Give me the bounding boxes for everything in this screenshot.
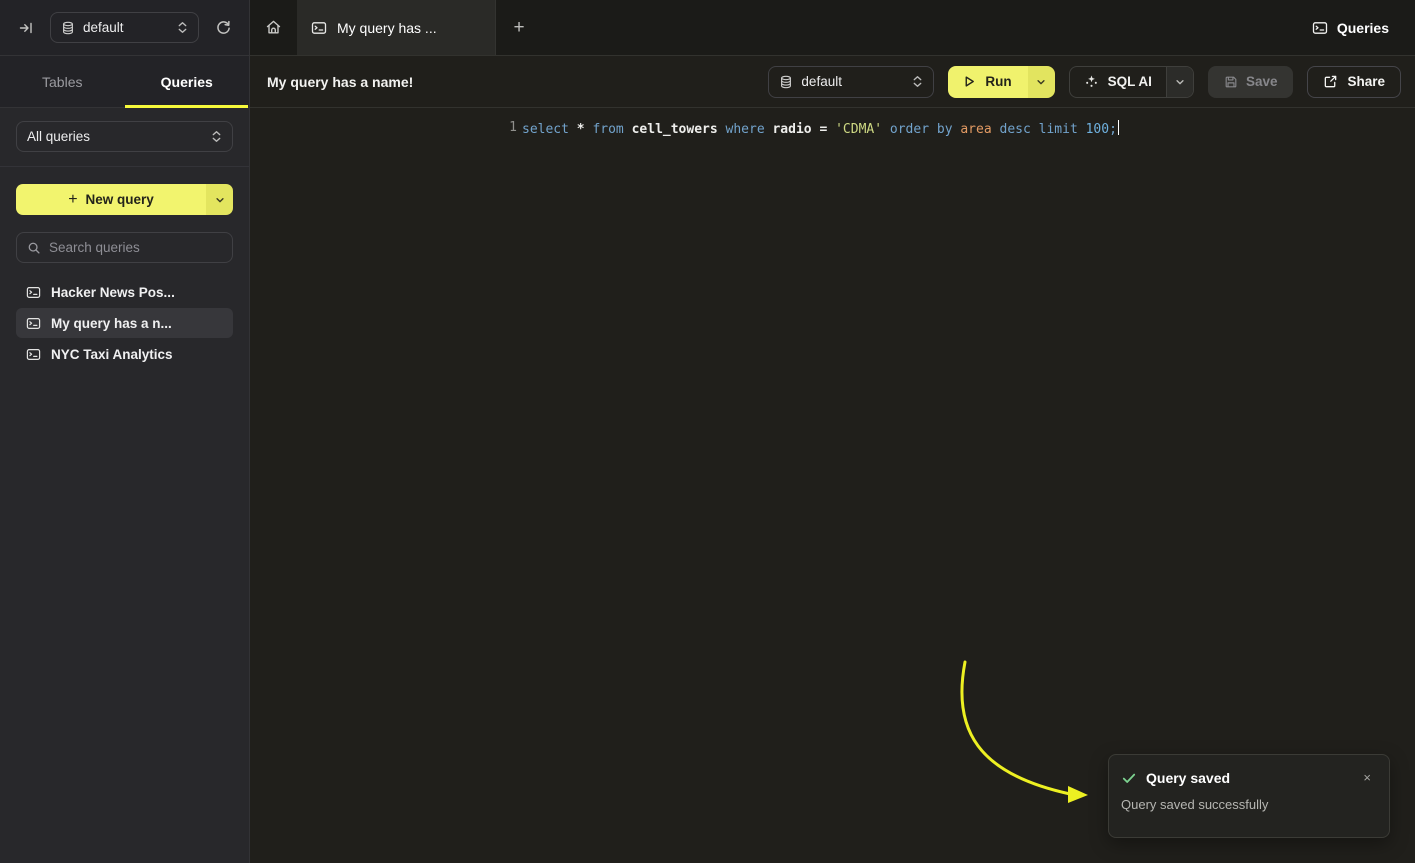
query-list-item[interactable]: NYC Taxi Analytics (16, 339, 233, 369)
sql-code[interactable]: select * from cell_towers where radio = … (522, 120, 1119, 137)
query-title: My query has a name! (267, 74, 413, 90)
query-icon (26, 347, 41, 362)
line-number: 1 (250, 120, 522, 137)
save-icon (1224, 75, 1238, 89)
tab-tables[interactable]: Tables (0, 56, 125, 107)
run-label: Run (985, 74, 1011, 89)
sidebar: All queries + New query (0, 108, 250, 863)
database-selector-value: default (83, 20, 169, 35)
updown-chevron-icon (177, 21, 188, 34)
query-list-item[interactable]: Hacker News Pos... (16, 277, 233, 307)
play-icon (963, 75, 976, 88)
query-item-label: NYC Taxi Analytics (51, 347, 173, 362)
toast-close-icon[interactable]: × (1357, 769, 1377, 786)
share-label: Share (1347, 74, 1385, 89)
tab-queries[interactable]: Queries (125, 56, 250, 107)
toast-header: Query saved × (1121, 769, 1377, 786)
plus-icon: + (513, 17, 524, 39)
sql-editor[interactable]: 1 select * from cell_towers where radio … (250, 108, 1415, 863)
share-icon (1323, 74, 1338, 89)
sidebar-tabs: Tables Queries (0, 56, 250, 108)
save-button[interactable]: Save (1208, 66, 1294, 98)
sql-ai-dropdown-button[interactable] (1166, 67, 1193, 97)
main-tabbar: My query has ... + Queries (250, 0, 1415, 56)
run-button-main[interactable]: Run (948, 66, 1027, 98)
run-dropdown-button[interactable] (1028, 66, 1055, 98)
query-toolbar: My query has a name! default (250, 56, 1415, 108)
sidebar-header: default (0, 0, 250, 56)
sql-ai-button-main[interactable]: SQL AI (1070, 67, 1166, 97)
query-item-label: My query has a n... (51, 316, 172, 331)
toast-title: Query saved (1146, 770, 1348, 786)
tab-my-query[interactable]: My query has ... (297, 0, 496, 55)
new-query-dropdown-button[interactable] (206, 184, 233, 215)
sql-ai-label: SQL AI (1108, 74, 1152, 89)
sql-ai-button[interactable]: SQL AI (1069, 66, 1194, 98)
share-button[interactable]: Share (1307, 66, 1401, 98)
collapse-sidebar-icon[interactable] (12, 14, 40, 42)
query-filter-select[interactable]: All queries (16, 121, 233, 152)
toolbar-actions: default Run (768, 66, 1401, 98)
sql-code-line[interactable]: 1 select * from cell_towers where radio … (250, 120, 1119, 137)
updown-chevron-icon (211, 130, 222, 143)
tab-label: My query has ... (337, 20, 437, 36)
sql-console-app: default Tables Queries All queries (0, 0, 1415, 863)
search-icon (27, 241, 41, 255)
query-list-item-active[interactable]: My query has a n... (16, 308, 233, 338)
query-filter-section: All queries (0, 108, 249, 167)
queries-button-label: Queries (1337, 20, 1389, 36)
database-icon (61, 21, 75, 35)
plus-icon: + (68, 191, 77, 209)
run-database-value: default (801, 74, 904, 89)
home-button[interactable] (250, 0, 297, 55)
annotation-arrow (250, 108, 1415, 863)
toast-message: Query saved successfully (1121, 797, 1377, 812)
new-tab-button[interactable]: + (496, 0, 542, 55)
text-cursor (1118, 120, 1120, 135)
tab-queries-label: Queries (161, 74, 213, 90)
tab-tables-label: Tables (42, 74, 82, 90)
new-query-button-main[interactable]: + New query (16, 184, 206, 215)
refresh-icon[interactable] (209, 14, 237, 42)
query-list-section: + New query (0, 167, 249, 370)
database-selector[interactable]: default (50, 12, 199, 43)
run-database-selector[interactable]: default (768, 66, 934, 98)
query-filter-value: All queries (27, 129, 203, 144)
new-query-button[interactable]: + New query (16, 184, 233, 215)
check-icon (1121, 770, 1137, 786)
query-item-label: Hacker News Pos... (51, 285, 175, 300)
toast-query-saved: Query saved × Query saved successfully (1108, 754, 1390, 838)
query-icon (26, 316, 41, 331)
new-query-label: New query (86, 192, 154, 207)
search-queries-input[interactable] (49, 240, 222, 255)
run-button[interactable]: Run (948, 66, 1054, 98)
home-icon (265, 19, 282, 36)
database-icon (779, 75, 793, 89)
tabbar-spacer (542, 0, 1300, 55)
queries-icon (1312, 20, 1328, 36)
save-label: Save (1246, 74, 1278, 89)
search-queries-box (16, 232, 233, 263)
queries-panel-button[interactable]: Queries (1300, 0, 1415, 55)
query-icon (26, 285, 41, 300)
query-icon (311, 20, 327, 36)
updown-chevron-icon (912, 75, 923, 88)
sparkle-icon (1084, 74, 1099, 89)
